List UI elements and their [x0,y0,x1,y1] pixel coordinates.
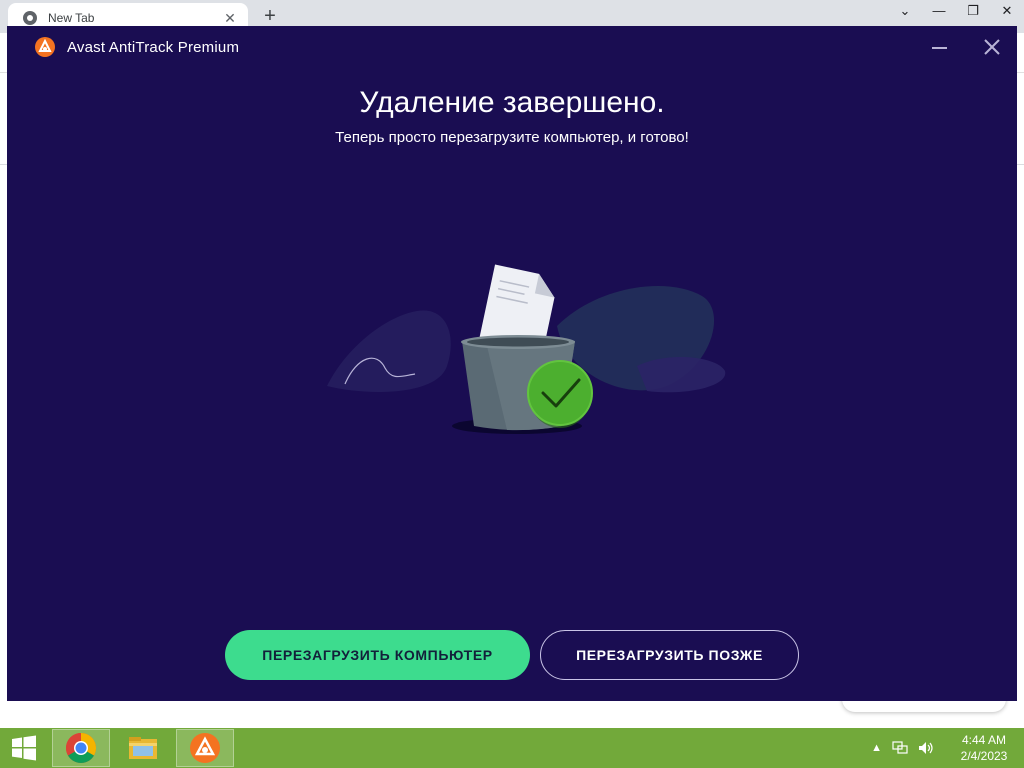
clock[interactable]: 4:44 AM 2/4/2023 [944,732,1024,764]
system-tray: ▲ 4:44 AM 2/4/2023 [871,728,1024,768]
clock-date: 2/4/2023 [960,749,1008,763]
close-button[interactable] [979,34,1005,60]
chrome-icon [65,733,97,764]
start-button[interactable] [0,728,48,768]
page-subtitle: Теперь просто перезагрузите компьютер, и… [335,129,689,146]
windows-logo-icon [12,735,36,761]
chrome-favicon-icon [23,11,37,25]
browser-restore-icon[interactable]: ❐ [956,0,990,26]
network-icon[interactable] [892,741,908,755]
show-hidden-icons-icon[interactable]: ▲ [871,742,882,754]
volume-icon[interactable] [918,741,934,755]
app-title: Avast AntiTrack Premium [67,39,240,56]
trash-can-opening [467,337,569,347]
minimize-button[interactable] [927,34,953,60]
trash-can-complete-illustration [327,264,726,434]
avast-logo-icon [35,37,55,57]
background-wave-left [327,310,451,392]
taskbar-chrome[interactable] [52,729,110,767]
tab-close-icon[interactable]: ✕ [222,10,238,27]
page-title: Удаление завершено. [359,86,665,119]
restart-now-button[interactable]: ПЕРЕЗАГРУЗИТЬ КОМПЬЮТЕР [225,630,530,680]
taskbar: ▲ 4:44 AM 2/4/2023 [0,728,1024,768]
close-icon [984,39,1000,55]
tab-search-icon[interactable]: ⌄ [888,0,922,26]
tab-title: New Tab [48,11,95,25]
background-wave-right-small [637,356,726,393]
restart-later-button[interactable]: ПЕРЕЗАГРУЗИТЬ ПОЗЖЕ [540,630,799,680]
browser-close-icon[interactable]: ✕ [990,0,1024,26]
browser-window-controls: ⌄ — ❐ ✕ [888,0,1024,26]
taskbar-file-explorer[interactable] [114,729,172,767]
taskbar-avast[interactable] [176,729,234,767]
clock-time: 4:44 AM [961,733,1007,747]
avast-dialog: Avast AntiTrack Premium Удаление заверше… [7,26,1017,701]
file-explorer-icon [129,737,157,759]
browser-minimize-icon[interactable]: — [922,0,956,26]
avast-icon [190,733,220,763]
